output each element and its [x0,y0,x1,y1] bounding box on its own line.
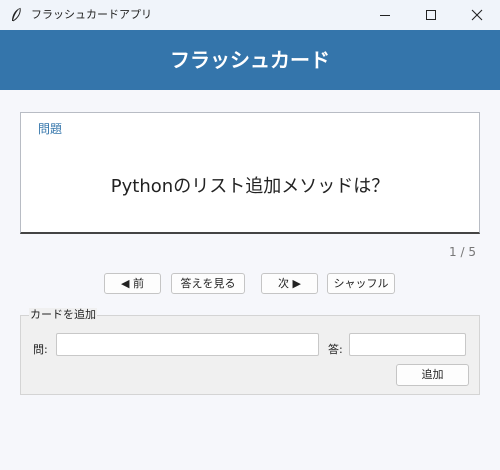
app-header: フラッシュカード [0,30,500,90]
close-button[interactable] [454,0,500,30]
card-label: 問題 [38,122,63,136]
maximize-button[interactable] [408,0,454,30]
title-bar: フラッシュカードアプリ [0,0,500,30]
header-title: フラッシュカード [170,48,330,72]
window-title: フラッシュカードアプリ [31,8,152,21]
add-button[interactable]: 追加 [396,364,469,386]
prev-button[interactable]: ◀ 前 [104,273,161,294]
flashcard: 問題 Pythonのリスト追加メソッドは？ [20,112,480,234]
next-button[interactable]: 次 ▶ [261,273,318,294]
minimize-button[interactable] [362,0,408,30]
answer-input[interactable] [349,333,466,356]
add-card-title: カードを追加 [29,308,97,322]
question-label: 問: [33,343,48,356]
show-answer-button[interactable]: 答えを見る [171,273,245,294]
maximize-icon [426,10,436,20]
feather-icon [12,7,21,22]
add-card-group: カードを追加 問: 答: 追加 [20,308,480,395]
card-question: Pythonのリスト追加メソッドは？ [110,176,390,197]
question-input[interactable] [56,333,319,356]
close-icon [471,9,483,21]
shuffle-button[interactable]: シャッフル [327,273,395,294]
minimize-icon [380,15,390,16]
card-counter: 1 / 5 [449,245,476,259]
answer-label: 答: [328,343,343,356]
